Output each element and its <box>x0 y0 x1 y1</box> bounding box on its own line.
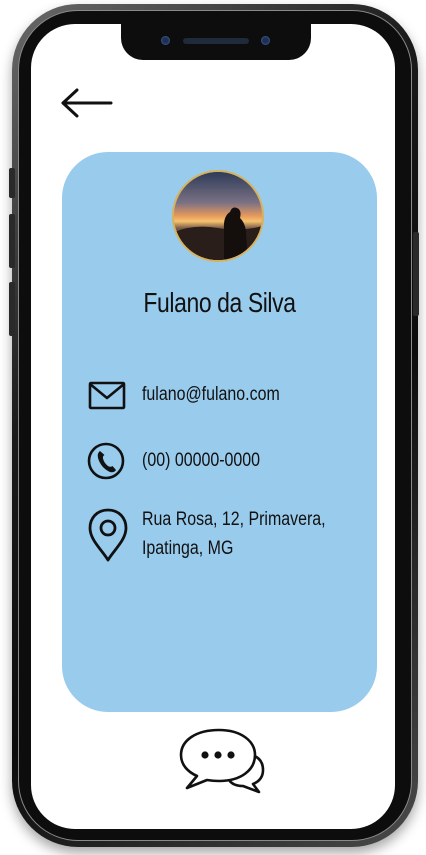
contact-card: Fulano da Silva fulano@fulano.com (00) 0… <box>62 152 377 712</box>
notch <box>121 24 311 60</box>
chat-button[interactable] <box>173 724 273 802</box>
phone-text: (00) 00000-0000 <box>142 450 261 471</box>
avatar <box>172 170 264 262</box>
email-text: fulano@fulano.com <box>142 384 280 405</box>
email-row[interactable]: fulano@fulano.com <box>86 374 306 418</box>
face-sensor-icon <box>261 36 270 45</box>
side-button-power <box>413 232 419 316</box>
phone-screen: Fulano da Silva fulano@fulano.com (00) 0… <box>31 24 395 829</box>
contact-name: Fulano da Silva <box>143 287 296 318</box>
address-row[interactable]: Rua Rosa, 12, Primavera, Ipatinga, MG <box>86 506 361 562</box>
address-line-2: Ipatinga, MG <box>142 538 234 559</box>
stage: Fulano da Silva fulano@fulano.com (00) 0… <box>0 0 426 855</box>
address-line-1: Rua Rosa, 12, Primavera, <box>142 509 326 530</box>
phone-row[interactable]: (00) 00000-0000 <box>86 439 283 483</box>
side-button-mute <box>9 168 15 198</box>
envelope-icon <box>86 374 130 418</box>
location-pin-icon <box>86 506 130 562</box>
side-button-volume-up <box>9 214 15 268</box>
back-button[interactable] <box>59 86 115 120</box>
side-button-volume-down <box>9 282 15 336</box>
front-camera-icon <box>161 36 170 45</box>
avatar-photo <box>174 172 262 260</box>
speaker-grille <box>183 38 249 44</box>
arrow-left-icon <box>61 88 113 118</box>
chat-bubbles-icon <box>179 728 265 794</box>
phone-icon <box>86 439 130 483</box>
